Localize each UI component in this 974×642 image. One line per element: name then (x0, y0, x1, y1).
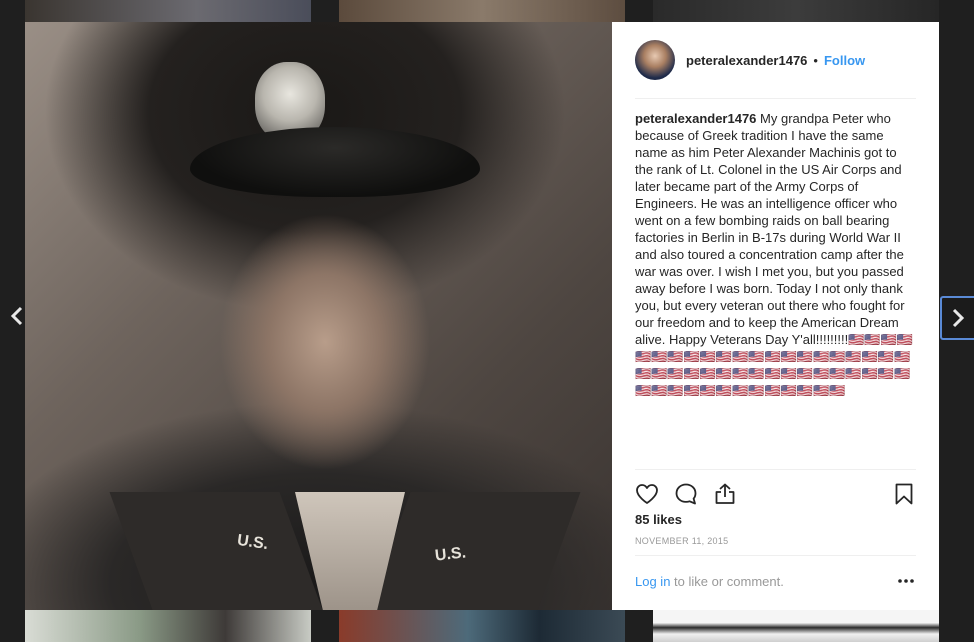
post-sidebar: peteralexander1476 • Follow peteralexand… (612, 22, 939, 610)
follow-button[interactable]: Follow (824, 53, 865, 68)
login-suffix: to like or comment. (670, 574, 784, 589)
like-count[interactable]: 85 likes (635, 512, 682, 527)
share-icon[interactable] (713, 482, 737, 506)
cap-brim (190, 127, 480, 197)
header-username[interactable]: peteralexander1476 (686, 53, 807, 68)
background-thumbnail[interactable] (653, 610, 939, 642)
background-thumbnail[interactable] (339, 610, 625, 642)
post-photo[interactable]: U.S. U.S. (25, 22, 612, 610)
caption-username[interactable]: peteralexander1476 (635, 111, 756, 126)
post-header: peteralexander1476 • Follow (635, 40, 916, 99)
background-thumbnail[interactable] (25, 610, 311, 642)
next-post-button[interactable] (940, 296, 974, 340)
caption-text: My grandpa Peter who because of Greek tr… (635, 111, 913, 398)
separator-dot: • (813, 52, 818, 68)
heart-icon[interactable] (635, 482, 659, 506)
background-thumbnail[interactable] (339, 0, 625, 22)
background-thumbnail[interactable] (653, 0, 939, 22)
action-bar (635, 469, 916, 512)
background-thumbnail[interactable] (25, 0, 311, 22)
post-caption: peteralexander1476 My grandpa Peter who … (635, 110, 917, 399)
comment-icon[interactable] (674, 482, 698, 506)
jacket-left (109, 492, 331, 610)
login-link[interactable]: Log in (635, 574, 670, 589)
collar-insignia-right: U.S. (434, 544, 467, 565)
post-modal: U.S. U.S. peteralexander1476 • Follow pe… (25, 22, 939, 610)
post-date: NOVEMBER 11, 2015 (635, 536, 729, 546)
chevron-left-icon (10, 306, 23, 326)
more-icon[interactable] (896, 576, 916, 586)
bookmark-icon[interactable] (892, 482, 916, 506)
avatar[interactable] (635, 40, 675, 80)
comment-footer: Log in to like or comment. (635, 555, 916, 611)
chevron-right-icon (952, 308, 965, 328)
login-prompt: Log in to like or comment. (635, 574, 784, 589)
